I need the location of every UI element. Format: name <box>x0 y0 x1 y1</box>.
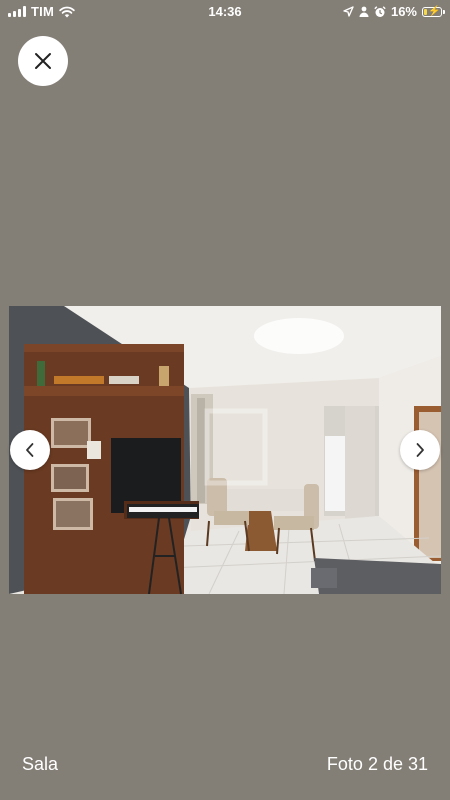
listing-photo <box>9 306 441 594</box>
photo-caption: Sala <box>22 754 59 774</box>
charging-icon: ⚡ <box>428 5 441 17</box>
next-photo-button[interactable] <box>400 430 440 470</box>
living-room-photo <box>9 306 441 594</box>
battery-icon: ⚡ <box>422 5 445 17</box>
close-button[interactable] <box>18 36 68 86</box>
status-bar: TIM 14:36 16% ⚡ <box>0 0 450 24</box>
battery-percent: 16% <box>390 4 417 19</box>
photo-counter: Foto 2 de 31 <box>326 754 428 774</box>
alarm-icon <box>374 5 386 17</box>
status-right: 16% ⚡ <box>343 4 445 19</box>
battery-fill <box>424 8 427 15</box>
close-icon <box>35 53 51 69</box>
person-icon <box>359 6 369 17</box>
location-icon <box>343 6 354 17</box>
previous-photo-button[interactable] <box>10 430 50 470</box>
chevron-right-icon <box>416 443 424 457</box>
chevron-left-icon <box>26 443 34 457</box>
